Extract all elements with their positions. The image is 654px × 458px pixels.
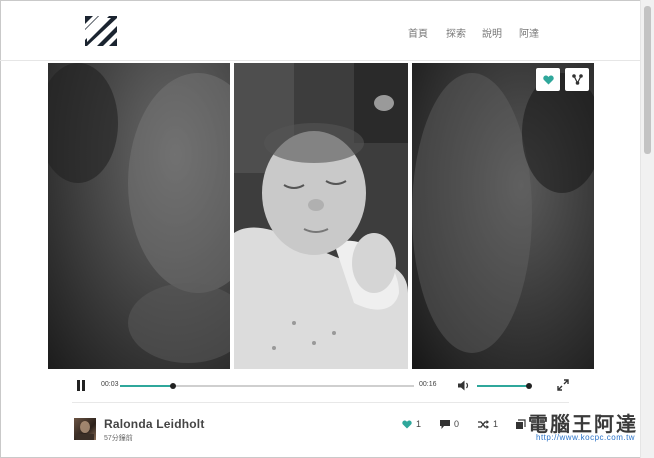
like-count-button[interactable]: 1	[402, 418, 421, 430]
current-time: 00:03	[101, 381, 119, 388]
heart-icon	[542, 75, 554, 84]
post-time-ago: 57分鐘前	[104, 435, 133, 442]
volume-handle[interactable]	[526, 383, 532, 389]
avatar[interactable]	[74, 418, 96, 440]
site-watermark: 電腦王阿達 http://www.kocpc.com.tw	[502, 408, 644, 448]
site-header: 首頁 探索 說明 阿達	[0, 0, 640, 61]
logo-z-icon[interactable]	[85, 16, 117, 46]
scrollbar-thumb[interactable]	[644, 6, 651, 154]
baby-photo	[234, 63, 408, 369]
favorite-button[interactable]	[536, 68, 560, 91]
nav-explore-link[interactable]: 探索	[446, 25, 466, 40]
content-divider	[72, 402, 569, 403]
audio-player-controls: 00:03 00:16	[72, 376, 572, 396]
nav-home-link[interactable]: 首頁	[408, 25, 428, 40]
avatar-image	[76, 421, 94, 440]
like-count: 1	[416, 419, 422, 429]
image-panel-left	[48, 63, 230, 369]
comment-count-button[interactable]: 0	[440, 418, 459, 430]
volume-icon[interactable]	[458, 380, 470, 391]
expand-icon[interactable]	[557, 379, 569, 391]
remix-count: 1	[493, 419, 499, 429]
pause-icon[interactable]	[76, 380, 86, 391]
comment-count: 0	[454, 419, 460, 429]
remix-button[interactable]	[565, 68, 589, 91]
volume-fill	[477, 385, 529, 387]
shuffle-icon	[478, 419, 489, 429]
blurred-photo-left	[48, 63, 230, 363]
progress-bar[interactable]	[120, 383, 414, 389]
watermark-url: http://www.kocpc.com.tw	[536, 433, 636, 442]
author-name[interactable]: Ralonda Leidholt	[104, 417, 205, 431]
progress-fill	[120, 385, 173, 387]
remix-icon	[571, 74, 583, 85]
duration: 00:16	[419, 381, 437, 388]
remix-count-button[interactable]: 1	[478, 418, 498, 430]
blurred-photo-right	[412, 73, 594, 353]
vertical-scrollbar[interactable]	[640, 0, 654, 458]
volume-slider[interactable]	[477, 383, 532, 389]
nav-profile-link[interactable]: 阿達	[519, 25, 539, 40]
image-panel-right	[412, 63, 594, 369]
comment-icon	[440, 419, 450, 429]
progress-handle[interactable]	[170, 383, 176, 389]
heart-icon	[402, 419, 412, 429]
image-panel-center	[234, 63, 408, 369]
nav-help-link[interactable]: 說明	[482, 25, 502, 40]
